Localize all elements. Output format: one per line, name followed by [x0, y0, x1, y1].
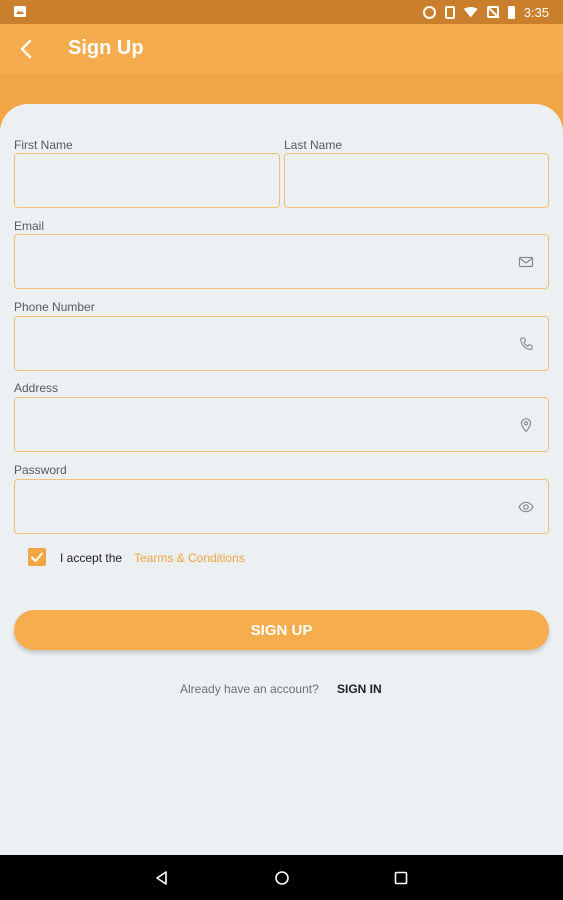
address-input[interactable] [15, 398, 548, 451]
status-bar: 3:35 [0, 0, 563, 24]
status-time: 3:35 [523, 4, 549, 20]
first-name-input[interactable] [15, 154, 279, 207]
email-label: Email [14, 219, 45, 233]
location-pin-icon [518, 417, 534, 433]
phone-icon [518, 336, 534, 352]
nav-home-button[interactable] [272, 868, 292, 888]
page-title: Sign Up [68, 37, 144, 59]
no-signal-icon [486, 6, 499, 18]
gallery-notification-icon [14, 6, 26, 17]
phone-label: Phone Number [14, 300, 95, 314]
email-field[interactable] [14, 234, 549, 289]
password-input[interactable] [15, 480, 548, 533]
terms-checkbox[interactable] [28, 548, 46, 566]
address-field[interactable] [14, 397, 549, 452]
password-field[interactable] [14, 479, 549, 534]
email-input[interactable] [15, 235, 548, 288]
checkmark-icon [31, 552, 43, 562]
last-name-input[interactable] [285, 154, 548, 207]
signup-button[interactable]: SIGN UP [14, 610, 549, 650]
nav-recents-button[interactable] [391, 868, 411, 888]
phone-field[interactable] [14, 316, 549, 371]
triangle-back-icon [156, 871, 167, 885]
already-have-account-text: Already have an account? [180, 682, 319, 696]
first-name-label: First Name [14, 138, 73, 152]
back-arrow-icon [20, 39, 32, 59]
battery-icon [507, 5, 515, 19]
terms-conditions-link[interactable]: Tearms & Conditions [134, 551, 245, 565]
system-navigation-bar [0, 855, 563, 900]
accept-terms-label: I accept the [60, 551, 123, 565]
wifi-icon [463, 6, 478, 18]
app-bar: Sign Up [0, 24, 563, 74]
circle-home-icon [275, 871, 289, 885]
back-button[interactable] [14, 36, 40, 62]
status-icons: 3:35 [422, 4, 549, 20]
nav-back-button[interactable] [152, 868, 172, 888]
signup-form-card: First Name Last Name Email Phone Number … [0, 104, 563, 855]
envelope-icon [518, 254, 534, 270]
sync-icon [422, 5, 436, 19]
vibrate-icon [444, 5, 455, 19]
square-recents-icon [394, 871, 408, 885]
password-label: Password [14, 463, 67, 477]
last-name-field[interactable] [284, 153, 549, 208]
address-label: Address [14, 381, 59, 395]
first-name-field[interactable] [14, 153, 280, 208]
last-name-label: Last Name [284, 138, 343, 152]
eye-icon[interactable] [518, 499, 534, 515]
signin-link[interactable]: SIGN IN [337, 682, 382, 696]
phone-input[interactable] [15, 317, 548, 370]
